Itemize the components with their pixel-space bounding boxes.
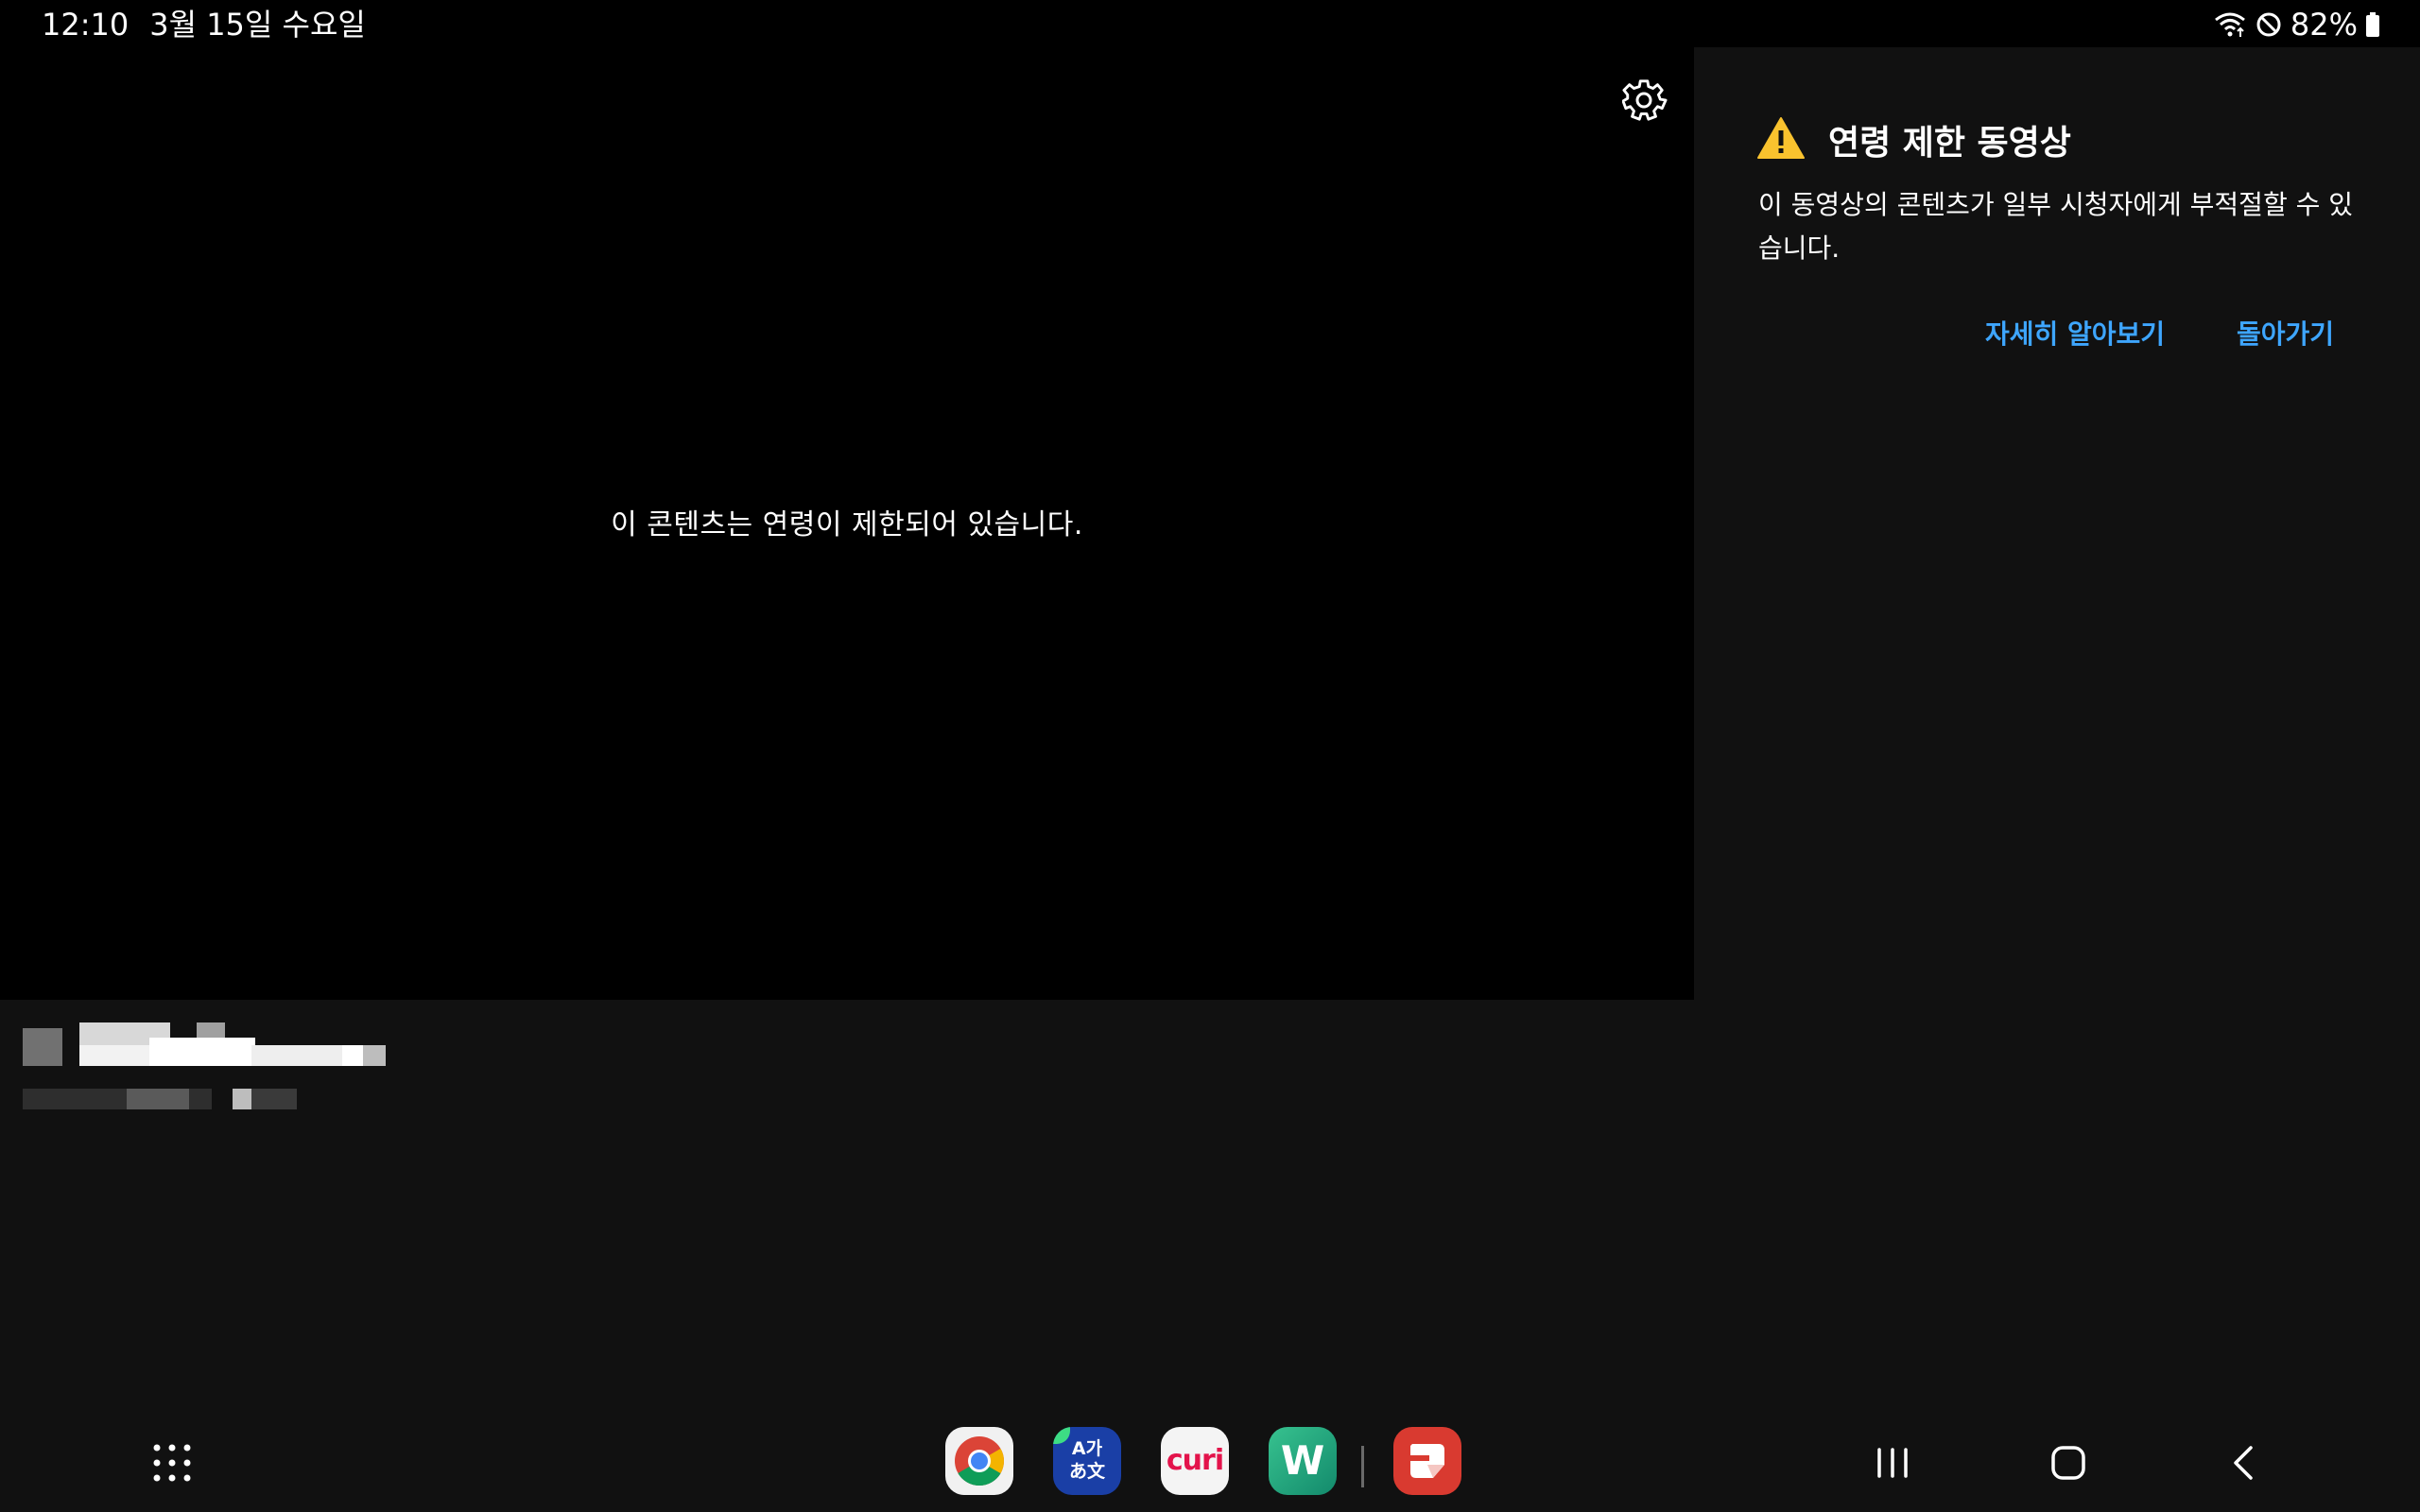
recents-icon[interactable]: [1870, 1440, 1915, 1486]
status-date: 3월 15일 수요일: [149, 7, 366, 43]
restricted-message: 이 콘텐츠는 연령이 제한되어 있습니다.: [611, 508, 1083, 541]
curi-label: curi: [1166, 1444, 1224, 1477]
wifi-icon: [2213, 10, 2247, 39]
curi-icon[interactable]: curi: [1161, 1427, 1229, 1495]
translate-label-top: A가: [1071, 1438, 1103, 1459]
status-time: 12:10: [42, 7, 130, 43]
notes-icon[interactable]: [1393, 1427, 1461, 1495]
panel-header: 연령 제한 동영상: [1756, 115, 2071, 164]
status-left: 12:10 3월 15일 수요일: [42, 4, 366, 45]
video-info-blurred: [0, 1000, 1694, 1397]
chrome-icon[interactable]: [945, 1427, 1013, 1495]
home-icon[interactable]: [2046, 1440, 2091, 1486]
gear-icon[interactable]: [1621, 77, 1668, 123]
status-bar: 12:10 3월 15일 수요일 82%: [0, 0, 2420, 47]
blurred-title: [23, 1022, 386, 1070]
w-app-icon[interactable]: W: [1269, 1427, 1337, 1495]
screen: 12:10 3월 15일 수요일 82% 이 콘텐츠는 연령이 제한되어 있습니…: [0, 0, 2420, 1512]
age-restriction-panel: 연령 제한 동영상 이 동영상의 콘텐츠가 일부 시청자에게 부적절할 수 있습…: [1694, 47, 2420, 1397]
battery-icon: [2365, 10, 2380, 39]
panel-title: 연령 제한 동영상: [1828, 124, 2071, 163]
translate-icon[interactable]: A가 あ文: [1053, 1427, 1121, 1495]
status-right: 82%: [2213, 4, 2380, 45]
video-player[interactable]: 이 콘텐츠는 연령이 제한되어 있습니다.: [0, 47, 1694, 1000]
back-icon[interactable]: [2221, 1440, 2267, 1486]
go-back-button[interactable]: 돌아가기: [2237, 314, 2334, 352]
translate-label-bottom: あ文: [1068, 1461, 1105, 1482]
panel-actions: 자세히 알아보기 돌아가기: [1694, 314, 2420, 361]
battery-percent: 82%: [2290, 7, 2358, 43]
learn-more-button[interactable]: 자세히 알아보기: [1985, 314, 2165, 352]
w-app-label: W: [1280, 1437, 1325, 1484]
do-not-disturb-icon: [2255, 10, 2283, 39]
warning-icon: [1756, 116, 1806, 163]
dock-divider: [1361, 1446, 1364, 1487]
panel-description: 이 동영상의 콘텐츠가 일부 시청자에게 부적절할 수 있습니다.: [1758, 189, 2354, 264]
navigation-bar: A가 あ文 curi W: [0, 1397, 2420, 1512]
blurred-subtitle: [23, 1087, 306, 1111]
apps-grid-icon[interactable]: [151, 1442, 193, 1484]
